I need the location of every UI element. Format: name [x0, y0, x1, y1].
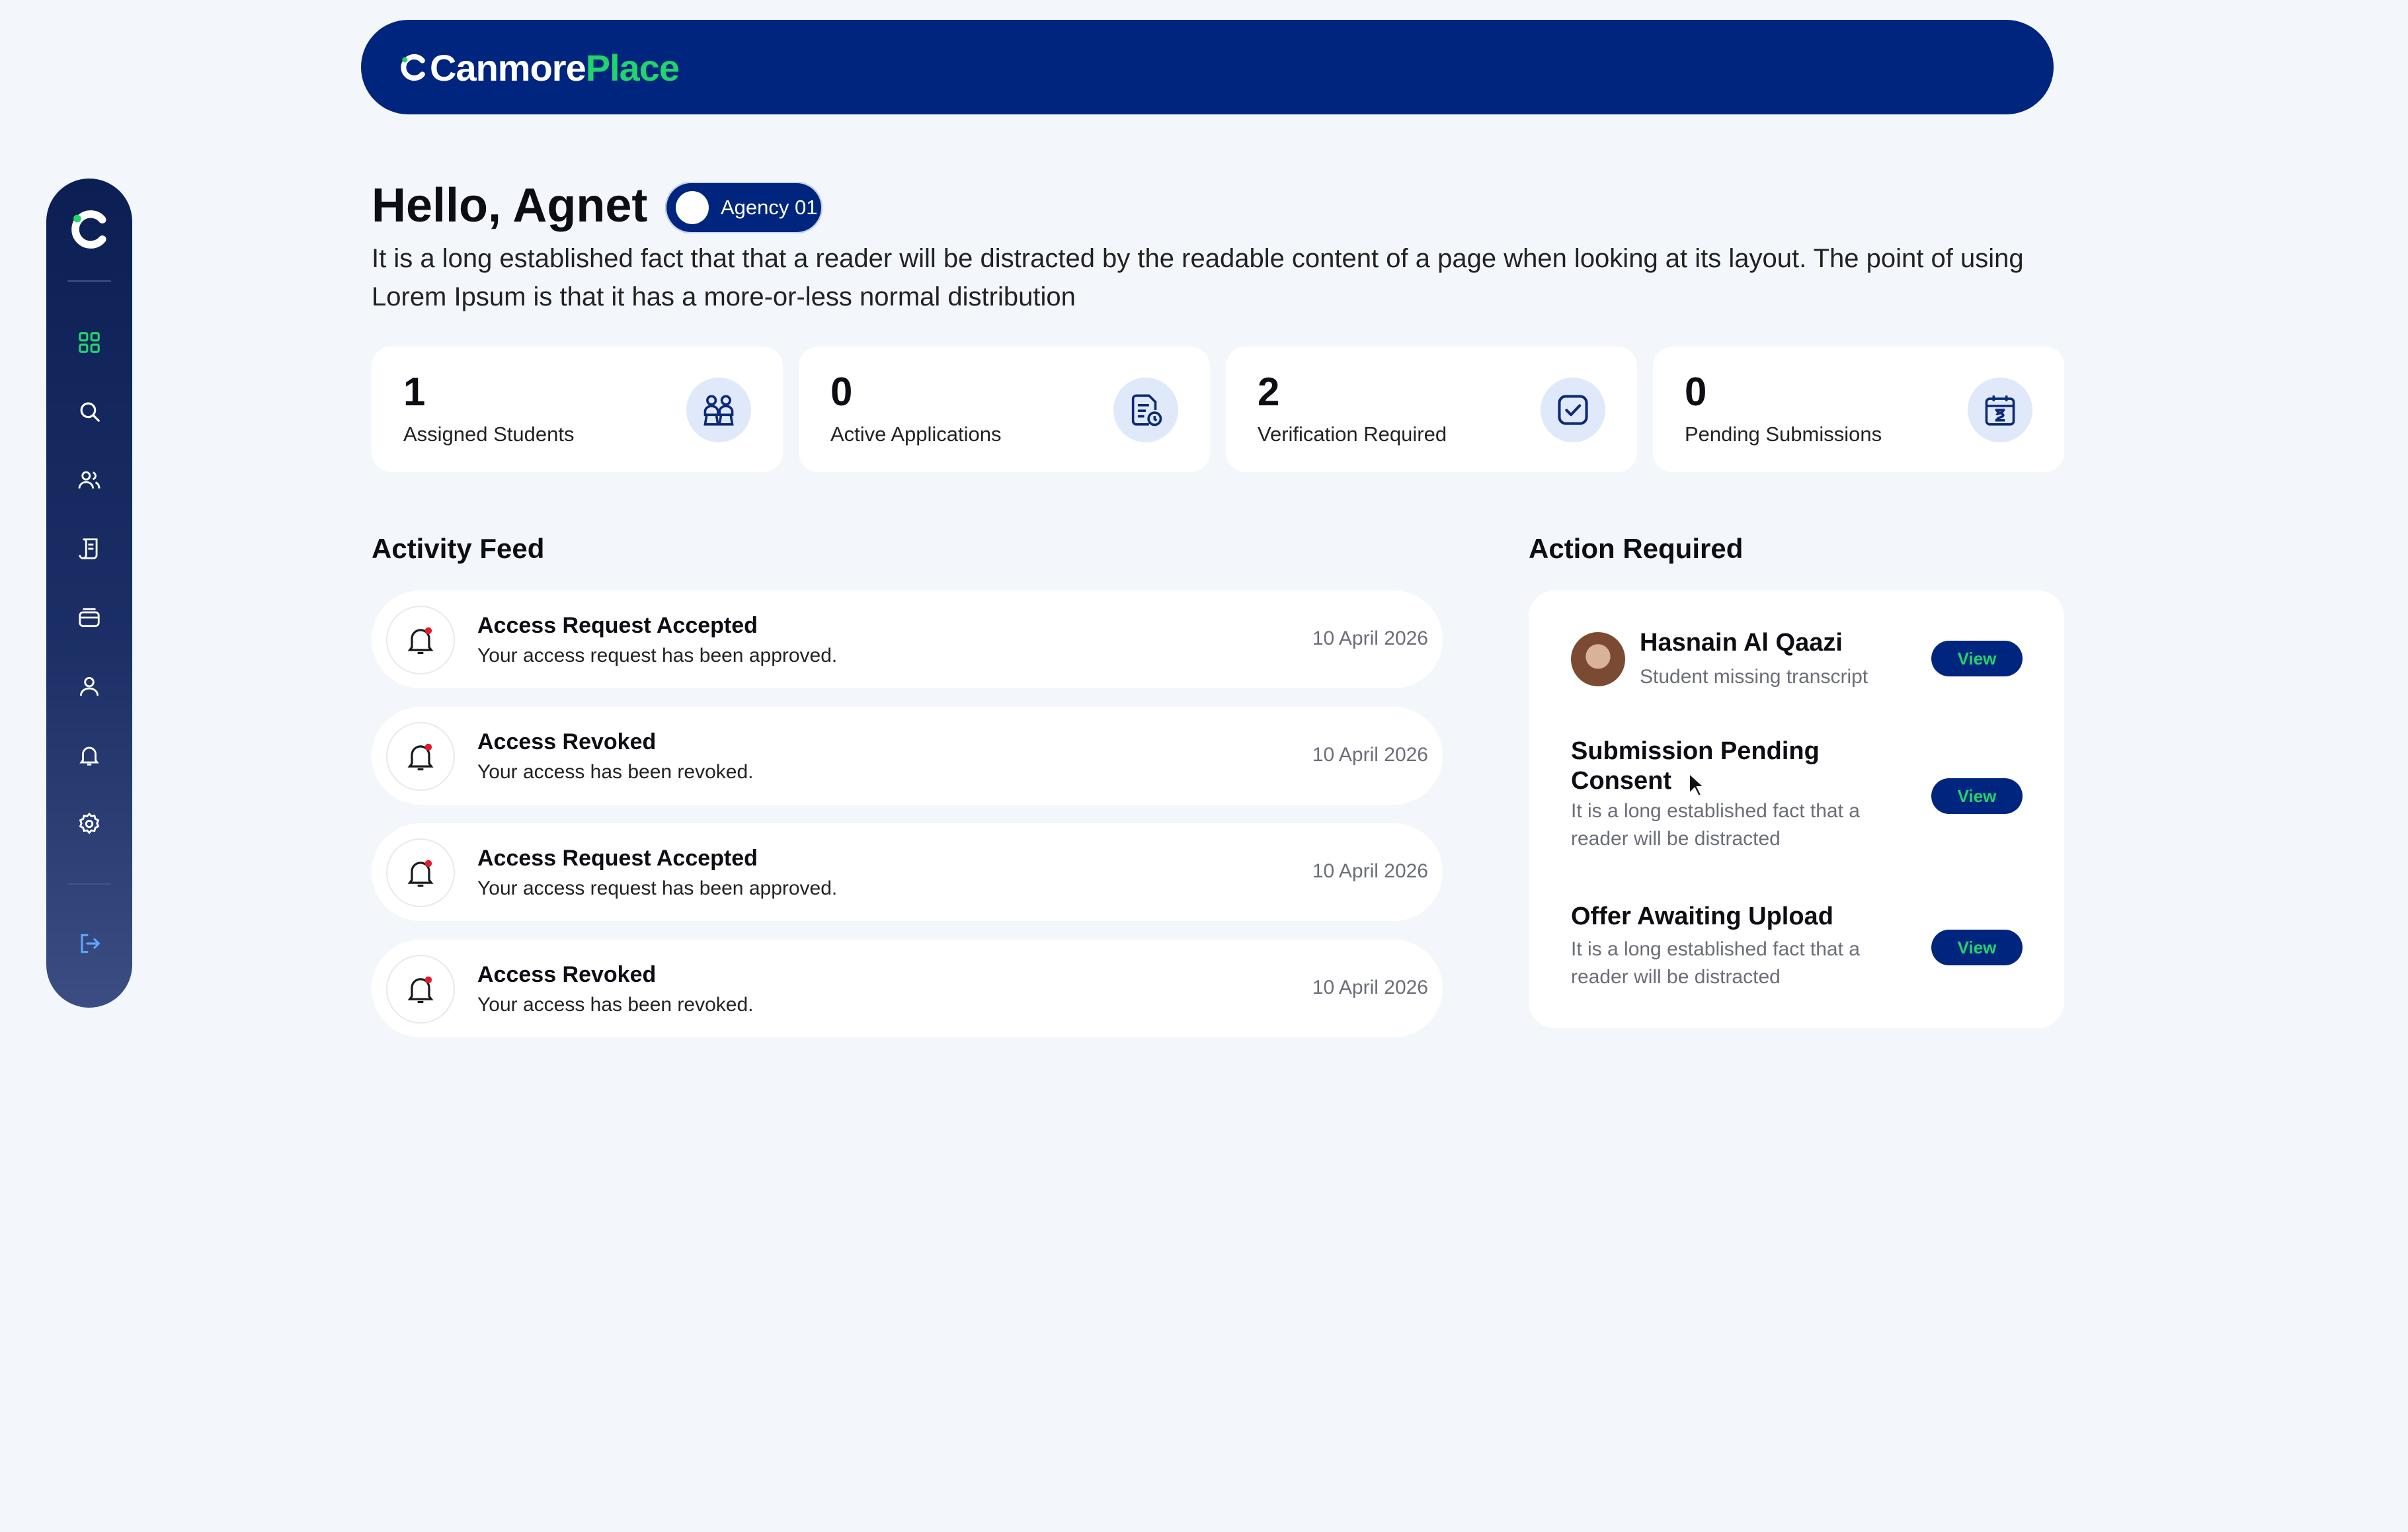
- calendar-pending-icon: [1968, 378, 2032, 442]
- sidebar-item-notifications[interactable]: [75, 741, 104, 770]
- view-button[interactable]: View: [1931, 778, 2023, 814]
- action-item-subtitle: It is a long established fact that a: [1571, 938, 1860, 960]
- activity-subtitle: Your access has been revoked.: [477, 761, 754, 783]
- gear-icon: [79, 812, 100, 834]
- brand-name-part2: Place: [585, 46, 680, 89]
- activity-subtitle: Your access request has been approved.: [477, 645, 838, 666]
- action-item-subtitle: reader will be distracted: [1571, 966, 1781, 988]
- bell-icon: [79, 746, 99, 766]
- brand-logo-mark-icon: [401, 54, 425, 81]
- action-item-title: Submission Pending: [1571, 737, 1820, 765]
- search-icon: [80, 402, 100, 422]
- sidebar-divider: [67, 280, 111, 282]
- brand-name-part1: Canmore: [430, 46, 586, 89]
- stat-label: Assigned Students: [403, 423, 575, 446]
- sidebar-item-documents[interactable]: [75, 534, 104, 563]
- sidebar-item-search[interactable]: [75, 397, 104, 426]
- activity-date: 10 April 2026: [1312, 977, 1428, 998]
- action-required-card: Hasnain Al Qaazi Student missing transcr…: [1529, 590, 2064, 1028]
- logout-icon: [81, 934, 100, 953]
- sidebar-logo-icon[interactable]: [67, 208, 111, 251]
- view-button[interactable]: View: [1931, 930, 2023, 965]
- page-title: Hello, Agnet: [372, 179, 648, 232]
- activity-feed-title: Activity Feed: [372, 533, 545, 564]
- activity-date: 10 April 2026: [1312, 744, 1428, 766]
- sidebar-item-settings[interactable]: [75, 809, 104, 838]
- verify-check-icon: [1541, 378, 1605, 442]
- notification-bell-icon: [386, 606, 455, 674]
- sidebar-item-dashboard[interactable]: [75, 328, 104, 357]
- activity-feed-item[interactable]: Access Revoked Your access has been revo…: [372, 940, 1443, 1037]
- stat-label: Active Applications: [830, 423, 1002, 446]
- activity-feed-item[interactable]: Access Revoked Your access has been revo…: [372, 707, 1443, 805]
- top-header-bar: Canmore Place: [361, 20, 2054, 114]
- notification-bell-icon: [386, 955, 455, 1024]
- agency-switch-label: Agency 01: [721, 196, 818, 219]
- notification-bell-icon: [386, 722, 455, 791]
- action-item-title: Offer Awaiting Upload: [1571, 903, 1833, 930]
- dashboard-icon: [79, 332, 100, 353]
- activity-title: Access Request Accepted: [477, 613, 758, 638]
- document-list-icon: [79, 538, 98, 559]
- activity-feed-item[interactable]: Access Request Accepted Your access requ…: [372, 823, 1443, 921]
- agency-switch[interactable]: Agency 01: [665, 182, 823, 233]
- sidebar-item-logout[interactable]: [75, 929, 104, 958]
- stat-card-verification-required[interactable]: 2 Verification Required: [1226, 346, 1637, 472]
- stat-value: 0: [1685, 370, 1707, 414]
- stat-card-active-applications[interactable]: 0 Active Applications: [799, 346, 1210, 472]
- action-item-subtitle: reader will be distracted: [1571, 828, 1781, 850]
- mouse-cursor-icon: [1689, 772, 1705, 797]
- activity-feed-item[interactable]: Access Request Accepted Your access requ…: [372, 590, 1443, 688]
- stat-value: 1: [403, 370, 426, 414]
- activity-date: 10 April 2026: [1312, 627, 1428, 649]
- agency-switch-knob: [676, 191, 709, 224]
- intro-text: It is a long established fact that that …: [372, 244, 2024, 311]
- students-icon: [686, 378, 751, 442]
- sidebar-divider: [67, 883, 111, 885]
- action-item-subtitle: Student missing transcript: [1640, 666, 1868, 688]
- action-item-subtitle: It is a long established fact that a: [1571, 800, 1860, 822]
- brand-logo[interactable]: Canmore Place: [398, 46, 680, 89]
- stat-label: Pending Submissions: [1685, 423, 1882, 446]
- stat-label: Verification Required: [1258, 423, 1447, 446]
- sidebar-item-inbox[interactable]: [75, 603, 104, 632]
- stat-card-assigned-students[interactable]: 1 Assigned Students: [372, 346, 783, 472]
- activity-title: Access Request Accepted: [477, 846, 758, 871]
- users-icon: [78, 471, 100, 489]
- sidebar: [46, 179, 132, 1008]
- stat-value: 2: [1258, 370, 1280, 414]
- action-item-title: Consent: [1571, 767, 1671, 795]
- activity-title: Access Revoked: [477, 729, 657, 754]
- avatar: [1571, 632, 1625, 686]
- user-icon: [79, 676, 99, 696]
- notification-bell-icon: [386, 838, 455, 907]
- stat-card-pending-submissions[interactable]: 0 Pending Submissions: [1653, 346, 2064, 472]
- action-item-title: Hasnain Al Qaazi: [1640, 629, 1843, 657]
- view-button[interactable]: View: [1931, 641, 2023, 676]
- activity-subtitle: Your access has been revoked.: [477, 994, 754, 1016]
- sidebar-item-profile[interactable]: [75, 672, 104, 701]
- stat-value: 0: [830, 370, 853, 414]
- inbox-icon: [79, 608, 100, 627]
- activity-date: 10 April 2026: [1312, 860, 1428, 882]
- action-required-title: Action Required: [1529, 533, 1744, 564]
- sidebar-item-users[interactable]: [75, 465, 104, 495]
- activity-title: Access Revoked: [477, 962, 657, 987]
- activity-subtitle: Your access request has been approved.: [477, 877, 838, 899]
- application-icon: [1113, 378, 1178, 442]
